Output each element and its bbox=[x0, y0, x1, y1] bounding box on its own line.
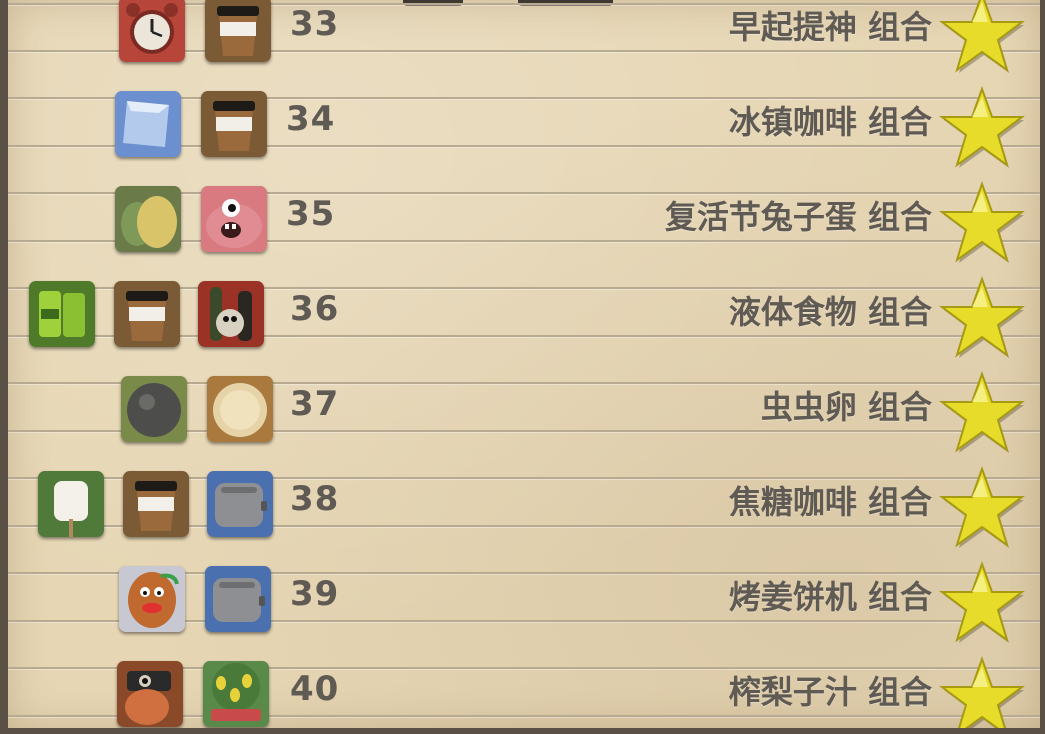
combo-number: 39 bbox=[290, 574, 340, 614]
dark-ball-icon bbox=[121, 376, 187, 442]
gold-star-icon bbox=[938, 465, 1026, 549]
combo-name: 烤姜饼机 组合 bbox=[728, 578, 932, 616]
gold-star-icon bbox=[938, 0, 1026, 74]
notebook-page: 33 早起提神 组合 34 冰镇咖啡 组合 35 复活节兔子蛋 组合 36 液体食物 组… bbox=[8, 0, 1040, 728]
combo-name: 冰镇咖啡 组合 bbox=[728, 103, 932, 141]
combo-row[interactable]: 35 复活节兔子蛋 组合 bbox=[8, 181, 1040, 281]
combo-number: 33 bbox=[290, 4, 340, 44]
notebook-frame: 33 早起提神 组合 34 冰镇咖啡 组合 35 复活节兔子蛋 组合 36 液体食物 组… bbox=[0, 0, 1045, 734]
pear-tree-icon bbox=[203, 661, 269, 727]
combo-number: 35 bbox=[286, 194, 336, 234]
marshmallow-icon bbox=[38, 471, 104, 537]
coffee-cup-icon bbox=[201, 91, 267, 157]
toaster-icon bbox=[207, 471, 273, 537]
gold-star-icon bbox=[938, 275, 1026, 359]
eggs-icon bbox=[115, 186, 181, 252]
combo-name: 榨梨子汁 组合 bbox=[728, 673, 932, 711]
soda-cans-icon bbox=[29, 281, 95, 347]
bottles-icon bbox=[198, 281, 264, 347]
combo-row[interactable]: 34 冰镇咖啡 组合 bbox=[8, 86, 1040, 186]
coffee-cup-icon bbox=[114, 281, 180, 347]
combo-name: 虫虫卵 组合 bbox=[760, 388, 932, 426]
combo-number: 40 bbox=[290, 669, 340, 709]
combo-name: 复活节兔子蛋 组合 bbox=[664, 198, 932, 236]
combo-row[interactable]: 38 焦糖咖啡 组合 bbox=[8, 466, 1040, 566]
combo-row[interactable]: 39 烤姜饼机 组合 bbox=[8, 561, 1040, 661]
combo-name: 液体食物 组合 bbox=[728, 293, 932, 331]
combo-name: 早起提神 组合 bbox=[728, 8, 932, 46]
combo-row[interactable]: 33 早起提神 组合 bbox=[8, 0, 1040, 91]
gold-star-icon bbox=[938, 180, 1026, 264]
coffee-cup-icon bbox=[123, 471, 189, 537]
pink-monster-icon bbox=[201, 186, 267, 252]
coffee-cup-icon bbox=[205, 0, 271, 62]
bread-roll-icon bbox=[207, 376, 273, 442]
combo-number: 36 bbox=[290, 289, 340, 329]
alarm-clock-icon bbox=[119, 0, 185, 62]
gold-star-icon bbox=[938, 85, 1026, 169]
combo-row[interactable]: 37 虫虫卵 组合 bbox=[8, 371, 1040, 471]
ice-cube-icon bbox=[115, 91, 181, 157]
juicer-robot-icon bbox=[117, 661, 183, 727]
gold-star-icon bbox=[938, 370, 1026, 454]
combo-number: 34 bbox=[286, 99, 336, 139]
combo-row[interactable]: 36 液体食物 组合 bbox=[8, 276, 1040, 376]
combo-row[interactable]: 40 榨梨子汁 组合 bbox=[8, 656, 1040, 728]
toaster-icon bbox=[205, 566, 271, 632]
gold-star-icon bbox=[938, 560, 1026, 644]
combo-name: 焦糖咖啡 组合 bbox=[728, 483, 932, 521]
gold-star-icon bbox=[938, 655, 1026, 728]
gingerbread-man-icon bbox=[119, 566, 185, 632]
combo-number: 38 bbox=[290, 479, 340, 519]
combo-number: 37 bbox=[290, 384, 340, 424]
